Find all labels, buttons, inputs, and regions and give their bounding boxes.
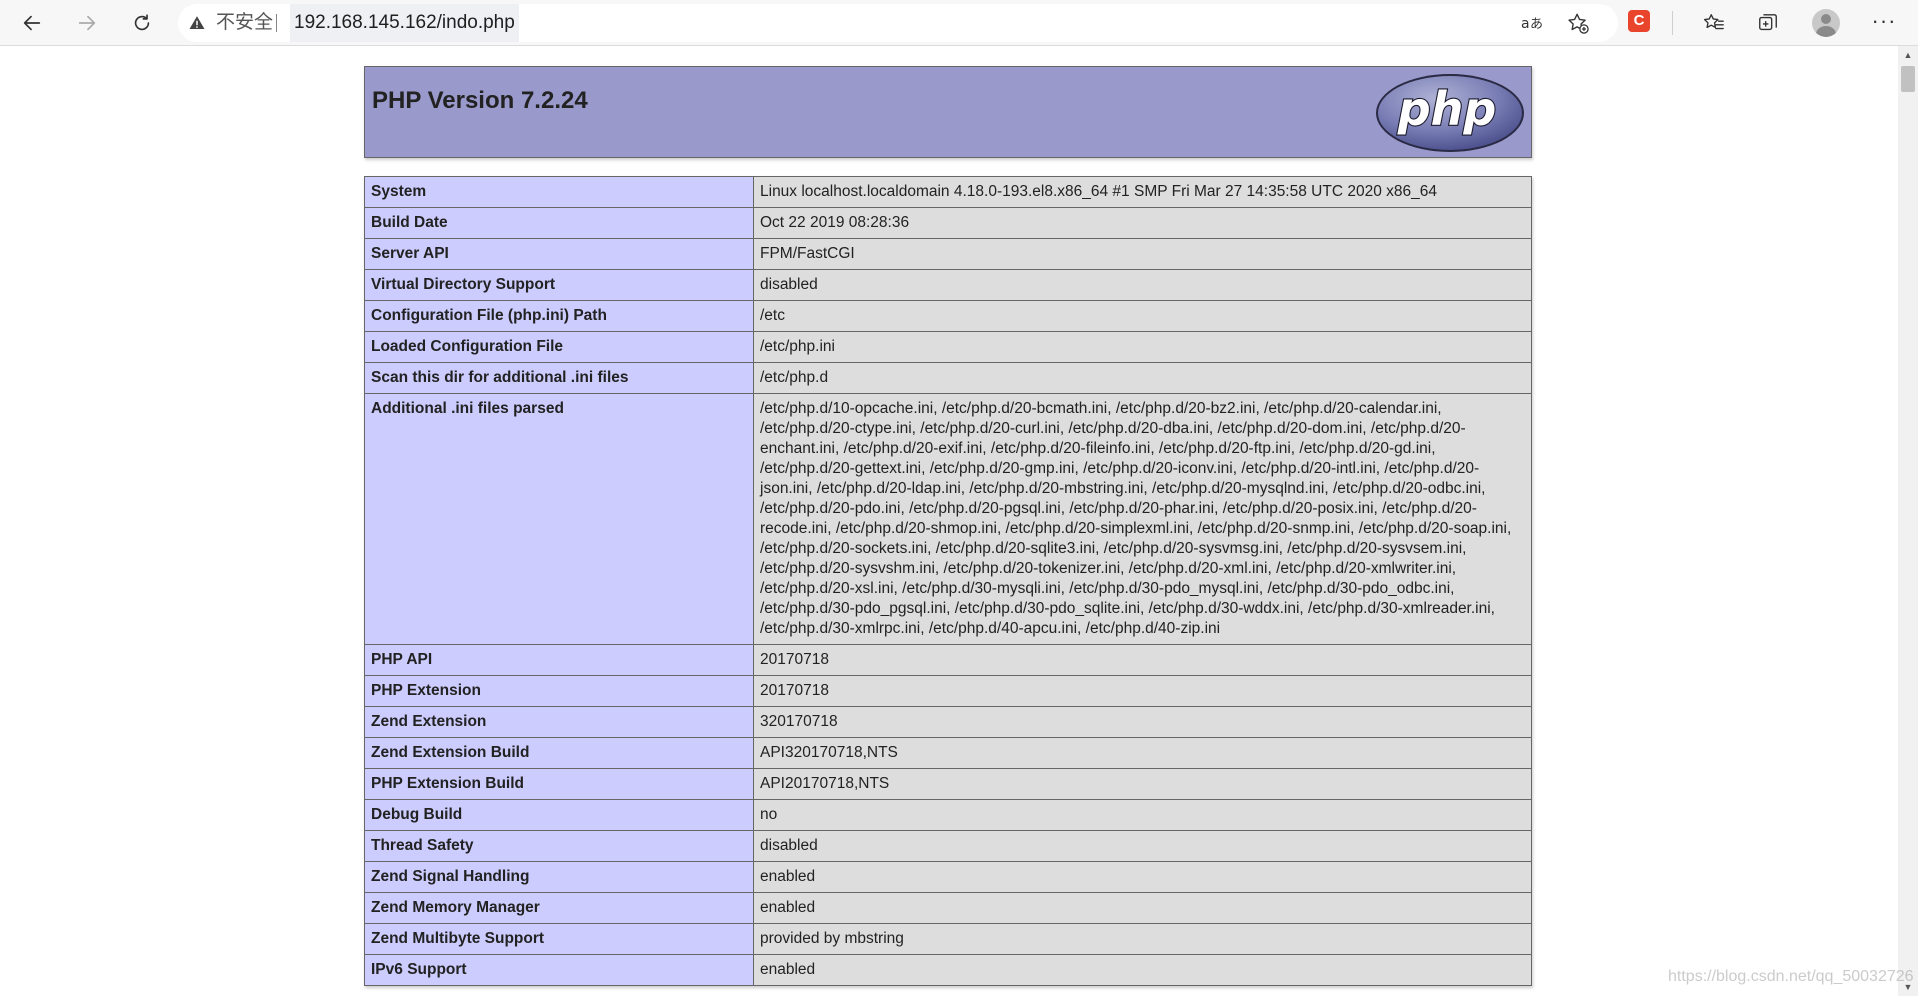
row-key: Zend Extension — [364, 706, 754, 738]
table-row: Thread Safety disabled — [364, 830, 1532, 862]
row-key: PHP API — [364, 644, 754, 676]
scrollbar-thumb[interactable] — [1901, 66, 1915, 92]
row-value: no — [753, 799, 1532, 831]
svg-text:あ: あ — [1530, 17, 1543, 32]
row-key: IPv6 Support — [364, 954, 754, 986]
warning-icon[interactable] — [188, 14, 206, 32]
table-row: Configuration File (php.ini) Path/etc — [364, 300, 1532, 332]
back-button[interactable] — [14, 5, 50, 41]
row-key: Zend Signal Handling — [364, 861, 754, 893]
php-version-header: PHP Version 7.2.24 php — [364, 66, 1532, 158]
table-row: Server API FPM/FastCGI — [364, 238, 1532, 270]
table-row: Zend Multibyte Support provided by mbstri… — [364, 923, 1532, 955]
table-row: Zend Signal Handling enabled — [364, 861, 1532, 893]
row-key: Debug Build — [364, 799, 754, 831]
row-value: FPM/FastCGI — [753, 238, 1532, 270]
row-value: /etc — [753, 300, 1532, 332]
table-row: IPv6 Support enabled — [364, 954, 1532, 986]
profile-icon[interactable] — [1812, 9, 1840, 37]
favorites-button[interactable] — [1696, 5, 1732, 41]
favorites-icon — [1703, 14, 1724, 30]
table-row: Loaded Configuration File/etc/php.ini — [364, 331, 1532, 363]
scroll-up-arrow-icon[interactable]: ▲ — [1898, 46, 1918, 64]
table-row: Scan this dir for additional .ini files /… — [364, 362, 1532, 394]
row-key: Zend Memory Manager — [364, 892, 754, 924]
toolbar-divider — [1672, 11, 1673, 35]
address-bar[interactable]: 不安全 192.168.145.162/indo.php a あ — [178, 4, 1618, 42]
extension-button[interactable]: C — [1628, 10, 1650, 32]
table-row: Debug Build no — [364, 799, 1532, 831]
php-logo[interactable]: php — [1375, 73, 1525, 153]
row-value: 20170718 — [753, 675, 1532, 707]
row-key: Additional .ini files parsed — [364, 393, 754, 645]
row-key: PHP Extension — [364, 675, 754, 707]
table-row: Zend Extension 320170718 — [364, 706, 1532, 738]
read-aloud-icon[interactable]: a あ — [1520, 12, 1544, 34]
row-key: PHP Extension Build — [364, 768, 754, 800]
row-key: Zend Multibyte Support — [364, 923, 754, 955]
url-text[interactable]: 192.168.145.162/indo.php — [290, 4, 519, 42]
collections-button[interactable] — [1750, 5, 1786, 41]
refresh-icon — [134, 14, 150, 31]
table-row: Zend Extension Build API320170718,NTS — [364, 737, 1532, 769]
forward-button[interactable] — [69, 5, 105, 41]
row-key: Thread Safety — [364, 830, 754, 862]
more-icon[interactable]: ··· — [1866, 5, 1902, 41]
table-row: System Linux localhost.localdomain 4.18.0… — [364, 176, 1532, 208]
address-separator — [276, 14, 277, 32]
phpinfo-container: PHP Version 7.2.24 php System Linux local… — [364, 66, 1532, 986]
row-value: disabled — [753, 269, 1532, 301]
row-key: Configuration File (php.ini) Path — [364, 300, 754, 332]
phpinfo-table: System Linux localhost.localdomain 4.18.0… — [364, 176, 1532, 986]
row-value: API320170718,NTS — [753, 737, 1532, 769]
row-value: disabled — [753, 830, 1532, 862]
row-key: Scan this dir for additional .ini files — [364, 362, 754, 394]
table-row: Zend Memory Manager enabled — [364, 892, 1532, 924]
page-viewport: PHP Version 7.2.24 php System Linux local… — [0, 46, 1898, 996]
row-value: enabled — [753, 861, 1532, 893]
row-value: /etc/php.d — [753, 362, 1532, 394]
row-key: System — [364, 176, 754, 208]
add-favorite-icon[interactable] — [1566, 12, 1590, 34]
svg-text:a: a — [1521, 16, 1530, 32]
row-value: enabled — [753, 954, 1532, 986]
row-value: 320170718 — [753, 706, 1532, 738]
back-icon — [23, 15, 41, 31]
row-key: Server API — [364, 238, 754, 270]
row-key: Zend Extension Build — [364, 737, 754, 769]
row-key: Build Date — [364, 207, 754, 239]
table-row: Virtual Directory Support disabled — [364, 269, 1532, 301]
row-value: provided by mbstring — [753, 923, 1532, 955]
row-value: /etc/php.d/10-opcache.ini, /etc/php.d/20… — [753, 393, 1532, 645]
browser-toolbar: 不安全 192.168.145.162/indo.php a あ C ··· — [0, 0, 1918, 46]
table-row: PHP Extension 20170718 — [364, 675, 1532, 707]
row-value: API20170718,NTS — [753, 768, 1532, 800]
table-row: Build Date Oct 22 2019 08:28:36 — [364, 207, 1532, 239]
row-value: Linux localhost.localdomain 4.18.0-193.e… — [753, 176, 1532, 208]
page-title: PHP Version 7.2.24 — [372, 87, 588, 114]
collections-icon — [1759, 14, 1777, 31]
watermark: https://blog.csdn.net/qq_50032726 — [1668, 968, 1914, 985]
row-value: /etc/php.ini — [753, 331, 1532, 363]
vertical-scrollbar[interactable]: ▲ ▼ — [1898, 46, 1918, 996]
row-value: Oct 22 2019 08:28:36 — [753, 207, 1532, 239]
table-row: PHP Extension Build API20170718,NTS — [364, 768, 1532, 800]
forward-icon — [78, 15, 96, 31]
row-value: 20170718 — [753, 644, 1532, 676]
row-key: Virtual Directory Support — [364, 269, 754, 301]
table-row: PHP API 20170718 — [364, 644, 1532, 676]
table-row: Additional .ini files parsed/etc/php.d/1… — [364, 393, 1532, 645]
row-key: Loaded Configuration File — [364, 331, 754, 363]
php-logo-text: php — [1397, 82, 1497, 136]
refresh-button[interactable] — [124, 5, 160, 41]
row-value: enabled — [753, 892, 1532, 924]
security-label[interactable]: 不安全 — [216, 4, 273, 42]
